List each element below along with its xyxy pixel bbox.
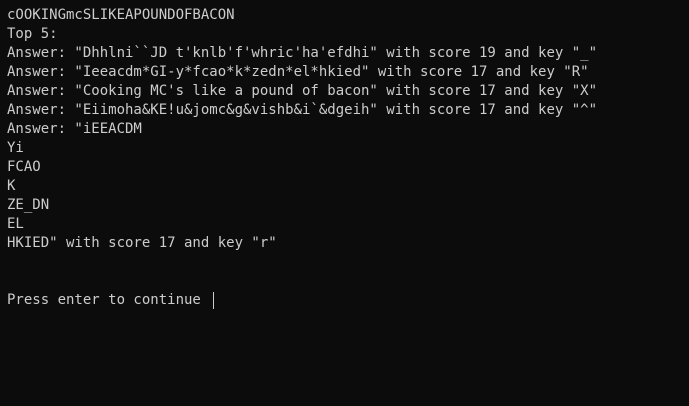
output-line: Top 5:: [7, 26, 58, 42]
output-line: FCAO: [7, 159, 41, 175]
text-cursor: [213, 292, 214, 309]
output-line: ZE_DN: [7, 197, 50, 213]
output-line: Answer: "Ieeacdm*GI-y*fcao*k*zedn*el*hki…: [7, 64, 589, 80]
output-line: Answer: "Eiimoha&KE!u&jomc&g&vishb&i`&dg…: [7, 102, 598, 118]
output-line: Answer: "iEEACDM: [7, 121, 142, 137]
output-line: Answer: "Dhhlni``JD t'knlb'f'whric'ha'ef…: [7, 45, 598, 61]
output-line: cOOKINGmcSLIKEAPOUNDOFBACON: [7, 7, 235, 23]
output-line: Yi: [7, 140, 24, 156]
output-line: K: [7, 178, 16, 194]
console-window[interactable]: cOOKINGmcSLIKEAPOUNDOFBACON Top 5: Answe…: [0, 0, 689, 406]
output-line: EL: [7, 216, 24, 232]
output-line: Answer: "Cooking MC's like a pound of ba…: [7, 83, 598, 99]
prompt-line: Press enter to continue: [7, 292, 201, 308]
output-line: HKIED" with score 17 and key "r": [7, 235, 277, 251]
